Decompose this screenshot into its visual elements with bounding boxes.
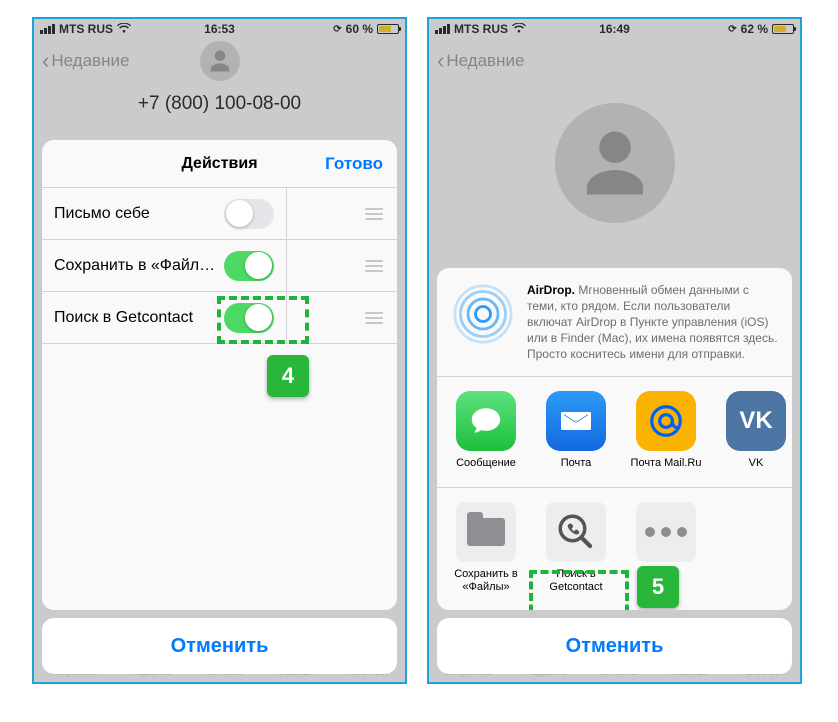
share-app-vk[interactable]: VK VK	[711, 391, 792, 470]
nav-bar: ‹ Недавние	[34, 39, 405, 83]
share-action-getcontact[interactable]: Поиск в Getcontact	[531, 502, 621, 594]
cancel-button[interactable]: Отменить	[42, 618, 397, 674]
wifi-icon	[117, 23, 131, 36]
action-row-email-self: Письмо себе	[42, 188, 397, 240]
activities-sheet: Действия Готово Письмо себе Сохранить в …	[42, 140, 397, 674]
back-label: Недавние	[446, 51, 524, 71]
action-label: Сохранить в «Файл…	[54, 257, 224, 275]
wifi-icon	[512, 23, 526, 36]
messages-icon	[456, 391, 516, 451]
contact-avatar-large	[555, 103, 675, 223]
action-label: Поиск в Getcontact	[54, 309, 224, 327]
carrier-label: MTS RUS	[454, 22, 508, 36]
mailru-icon	[636, 391, 696, 451]
badge-4: 4	[267, 355, 309, 397]
cancel-button[interactable]: Отменить	[437, 618, 792, 674]
action-row-getcontact: Поиск в Getcontact	[42, 292, 397, 344]
battery-percent: 60 %	[346, 22, 373, 36]
rotation-lock-icon: ⟳	[728, 24, 736, 35]
action-label: Письмо себе	[54, 205, 224, 223]
back-button[interactable]: ‹ Недавние	[437, 50, 524, 72]
contact-avatar	[200, 41, 240, 81]
battery-icon	[377, 24, 399, 34]
share-app-mailru[interactable]: Почта Mail.Ru	[621, 391, 711, 470]
drag-handle-icon[interactable]	[363, 208, 385, 220]
mail-icon	[546, 391, 606, 451]
signal-icon	[435, 24, 450, 34]
share-apps-row: Сообщение Почта Почта Mail.Ru VK VK	[437, 376, 792, 486]
getcontact-search-icon	[546, 502, 606, 562]
phone-screenshot-left: MTS RUS 16:53 ⟳ 60 % ‹ Недавние +7 (800)…	[32, 17, 407, 684]
back-label: Недавние	[51, 51, 129, 71]
toggle-save-files[interactable]	[224, 251, 274, 281]
phone-screenshot-right: MTS RUS 16:49 ⟳ 62 % ‹ Недавние Избранны…	[427, 17, 802, 684]
share-app-mail[interactable]: Почта	[531, 391, 621, 470]
share-actions-row: Сохранить в «Файлы» Поиск в Getcontact	[437, 487, 792, 610]
vk-icon: VK	[726, 391, 786, 451]
chevron-left-icon: ‹	[42, 50, 49, 72]
signal-icon	[40, 24, 55, 34]
back-button[interactable]: ‹ Недавние	[42, 50, 129, 72]
sheet-title: Действия	[181, 155, 257, 173]
status-bar: MTS RUS 16:49 ⟳ 62 %	[429, 19, 800, 39]
share-sheet: AirDrop. Мгновенный обмен данными с теми…	[437, 268, 792, 675]
chevron-left-icon: ‹	[437, 50, 444, 72]
contact-phone: +7 (800) 100-08-00	[34, 93, 405, 115]
badge-5: 5	[637, 566, 679, 608]
battery-percent: 62 %	[741, 22, 768, 36]
carrier-label: MTS RUS	[59, 22, 113, 36]
action-row-save-files: Сохранить в «Файл…	[42, 240, 397, 292]
sheet-header: Действия Готово	[42, 140, 397, 188]
share-action-save-files[interactable]: Сохранить в «Файлы»	[441, 502, 531, 594]
nav-bar: ‹ Недавние	[429, 39, 800, 83]
status-bar: MTS RUS 16:53 ⟳ 60 %	[34, 19, 405, 39]
toggle-email-self[interactable]	[224, 199, 274, 229]
airdrop-section: AirDrop. Мгновенный обмен данными с теми…	[437, 268, 792, 377]
share-app-messages[interactable]: Сообщение	[441, 391, 531, 470]
drag-handle-icon[interactable]	[363, 312, 385, 324]
airdrop-text: AirDrop. Мгновенный обмен данными с теми…	[527, 282, 778, 363]
airdrop-icon	[451, 282, 515, 346]
drag-handle-icon[interactable]	[363, 260, 385, 272]
done-button[interactable]: Готово	[325, 154, 383, 174]
battery-icon	[772, 24, 794, 34]
more-icon	[636, 502, 696, 562]
folder-icon	[456, 502, 516, 562]
rotation-lock-icon: ⟳	[333, 24, 341, 35]
toggle-getcontact[interactable]	[224, 303, 274, 333]
